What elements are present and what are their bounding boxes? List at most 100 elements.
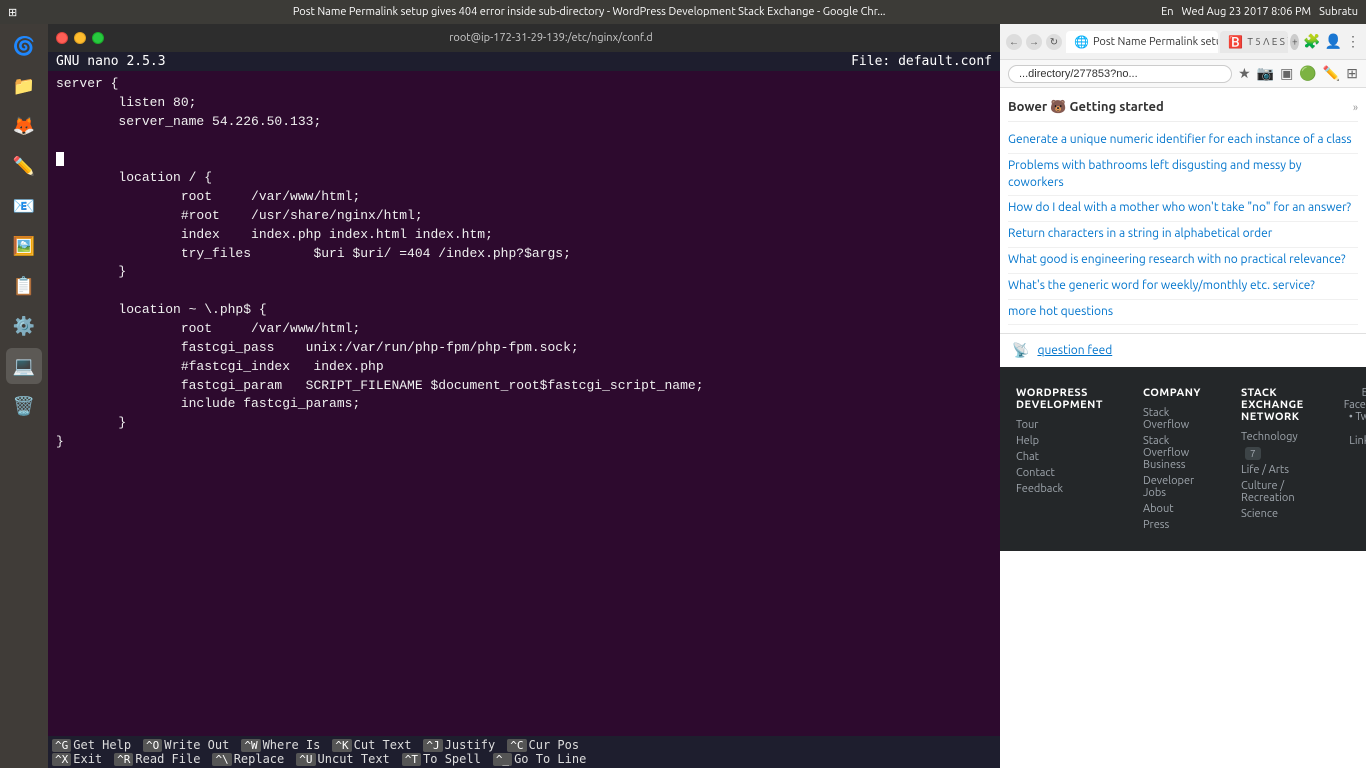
nano-cmd-curpos[interactable]: ^C Cur Pos — [507, 738, 579, 752]
menu-icon[interactable]: ⋮ — [1346, 33, 1360, 50]
code-line-9: index index.php index.html index.htm; — [56, 226, 992, 245]
code-line-2: listen 80; — [56, 94, 992, 113]
code-line-17: fastcgi_param SCRIPT_FILENAME $document_… — [56, 377, 992, 396]
browser-tab-2[interactable]: 🅱️ T 5 Λ E S ii ħ E ✕ — [1220, 31, 1288, 53]
so-sidebar-expand[interactable]: » — [1353, 102, 1358, 114]
hot-question-link-2[interactable]: Problems with bathrooms left disgusting … — [1008, 159, 1302, 189]
footer-facebook-link[interactable]: Facebook — [1344, 399, 1366, 411]
terminal-close-button[interactable] — [56, 32, 68, 44]
taskbar-editor[interactable]: ✏️ — [6, 148, 42, 184]
network-link-technology[interactable]: Technology — [1241, 431, 1304, 443]
taskbar-terminal[interactable]: 💻 — [6, 348, 42, 384]
profile-icon[interactable]: 👤 — [1325, 33, 1342, 50]
footer-link-help[interactable]: Help — [1016, 435, 1103, 447]
footer-link-press[interactable]: Press — [1143, 519, 1201, 531]
browser-panel: ← → ↻ 🌐 Post Name Permalink setup gives … — [1000, 24, 1366, 768]
hot-question-1: Generate a unique numeric identifier for… — [1008, 128, 1358, 154]
nano-label-gotoline: Go To Line — [514, 752, 586, 766]
nano-cmd-exit[interactable]: ^X Exit — [52, 752, 102, 766]
nano-cmd-help[interactable]: ^G Get Help — [52, 738, 131, 752]
code-line-11: } — [56, 263, 992, 282]
nano-cmd-tospell[interactable]: ^T To Spell — [402, 752, 481, 766]
network-link-lifearts[interactable]: Life / Arts — [1241, 464, 1304, 476]
footer-col-network: STACK EXCHANGE NETWORK Technology 7 Life… — [1241, 387, 1304, 535]
browser-reload-button[interactable]: ↻ — [1046, 34, 1062, 50]
footer-link-so-business[interactable]: Stack Overflow Business — [1143, 435, 1201, 471]
footer-twitter-link[interactable]: Twitter — [1355, 411, 1366, 423]
nano-cmd-justify[interactable]: ^J Justify — [423, 738, 495, 752]
hot-question-link-4[interactable]: Return characters in a string in alphabe… — [1008, 227, 1272, 240]
rss-icon: 📡 — [1012, 342, 1029, 359]
taskbar-mail[interactable]: 📧 — [6, 188, 42, 224]
address-input[interactable] — [1008, 65, 1232, 83]
network-technology: Technology 7 — [1241, 431, 1304, 460]
taskbar-clipboard[interactable]: 📋 — [6, 268, 42, 304]
nano-cmd-uncut[interactable]: ^U Uncut Text — [296, 752, 390, 766]
nano-footer-row2: ^X Exit ^R Read File ^\ Replace ^U Uncut… — [52, 752, 996, 766]
nano-cmd-read[interactable]: ^R Read File — [114, 752, 200, 766]
nano-footer: ^G Get Help ^O Write Out ^W Where Is ^K … — [48, 736, 1000, 768]
taskbar-settings[interactable]: ⚙️ — [6, 308, 42, 344]
nano-cmd-gotoline[interactable]: ^_ Go To Line — [493, 752, 587, 766]
os-topbar-left: ⊞ — [8, 6, 17, 19]
sidebar-toggle-icon[interactable]: ▣ — [1280, 65, 1293, 82]
nano-key-g: ^G — [52, 739, 71, 752]
nano-cmd-cut[interactable]: ^K Cut Text — [332, 738, 411, 752]
bookmark-icon[interactable]: ★ — [1238, 65, 1251, 82]
taskbar-image[interactable]: 🖼️ — [6, 228, 42, 264]
color-pick-icon[interactable]: 🟢 — [1299, 65, 1316, 82]
code-line-16: #fastcgi_index index.php — [56, 358, 992, 377]
tab-favicon-2: 🅱️ — [1228, 35, 1243, 49]
edit-icon[interactable]: ✏️ — [1323, 65, 1340, 82]
footer-link-feedback[interactable]: Feedback — [1016, 483, 1103, 495]
terminal-maximize-button[interactable] — [92, 32, 104, 44]
os-time: Wed Aug 23 2017 8:06 PM — [1182, 6, 1312, 18]
code-line-18: include fastcgi_params; — [56, 395, 992, 414]
hot-question-more-link[interactable]: more hot questions — [1008, 305, 1113, 318]
terminal-minimize-button[interactable] — [74, 32, 86, 44]
nano-key-u: ^U — [296, 753, 315, 766]
code-line-4 — [56, 132, 992, 151]
hot-question-link-3[interactable]: How do I deal with a mother who won't ta… — [1008, 201, 1351, 214]
nano-header: GNU nano 2.5.3 File: default.conf — [48, 52, 1000, 71]
footer-link-about[interactable]: About — [1143, 503, 1201, 515]
footer-blog-link[interactable]: Blog — [1362, 387, 1366, 399]
nano-cmd-where[interactable]: ^W Where Is — [241, 738, 320, 752]
network-link-culture[interactable]: Culture / Recreation — [1241, 480, 1304, 504]
taskbar-files[interactable]: 📁 — [6, 68, 42, 104]
nano-key-t: ^T — [402, 753, 421, 766]
nano-key-backslash: ^\ — [212, 753, 231, 766]
footer-link-tour[interactable]: Tour — [1016, 419, 1103, 431]
hot-question-more: more hot questions — [1008, 300, 1358, 326]
footer-linkedin-link[interactable]: LinkedIn — [1349, 435, 1366, 447]
os-apps-icon[interactable]: ⊞ — [8, 6, 17, 19]
browser-tab-1[interactable]: 🌐 Post Name Permalink setup gives 404 er… — [1066, 31, 1218, 53]
grid-icon[interactable]: ⊞ — [1346, 65, 1358, 82]
hot-question-link-5[interactable]: What good is engineering research with n… — [1008, 253, 1346, 266]
browser-forward-button[interactable]: → — [1026, 34, 1042, 50]
footer-link-stackoverflow[interactable]: Stack Overflow — [1143, 407, 1201, 431]
screenshot-icon[interactable]: 📷 — [1257, 65, 1274, 82]
terminal-body[interactable]: server { listen 80; server_name 54.226.5… — [48, 71, 1000, 736]
browser-tools: 🧩 👤 ⋮ — [1303, 33, 1360, 50]
network-link-science[interactable]: Science — [1241, 508, 1304, 520]
taskbar-firefox[interactable]: 🦊 — [6, 108, 42, 144]
nano-cmd-replace[interactable]: ^\ Replace — [212, 752, 284, 766]
footer-link-chat[interactable]: Chat — [1016, 451, 1103, 463]
new-tab-button[interactable]: + — [1290, 34, 1299, 50]
nano-key-underscore: ^_ — [493, 753, 512, 766]
browser-content[interactable]: Bower 🐻 Getting started » Generate a uni… — [1000, 88, 1366, 768]
footer-right: Blog • Facebook • Twitter • LinkedIn — [1344, 387, 1366, 535]
footer-link-contact[interactable]: Contact — [1016, 467, 1103, 479]
browser-back-button[interactable]: ← — [1006, 34, 1022, 50]
taskbar-trash[interactable]: 🗑️ — [6, 388, 42, 424]
extensions-icon[interactable]: 🧩 — [1303, 33, 1320, 50]
hot-question-link-6[interactable]: What's the generic word for weekly/month… — [1008, 279, 1315, 292]
footer-link-jobs[interactable]: Developer Jobs — [1143, 475, 1201, 499]
question-feed-link[interactable]: question feed — [1037, 344, 1112, 357]
code-line-7: root /var/www/html; — [56, 188, 992, 207]
code-line-1: server { — [56, 75, 992, 94]
taskbar-home[interactable]: 🌀 — [6, 28, 42, 64]
hot-question-link-1[interactable]: Generate a unique numeric identifier for… — [1008, 133, 1352, 146]
nano-cmd-write[interactable]: ^O Write Out — [143, 738, 229, 752]
